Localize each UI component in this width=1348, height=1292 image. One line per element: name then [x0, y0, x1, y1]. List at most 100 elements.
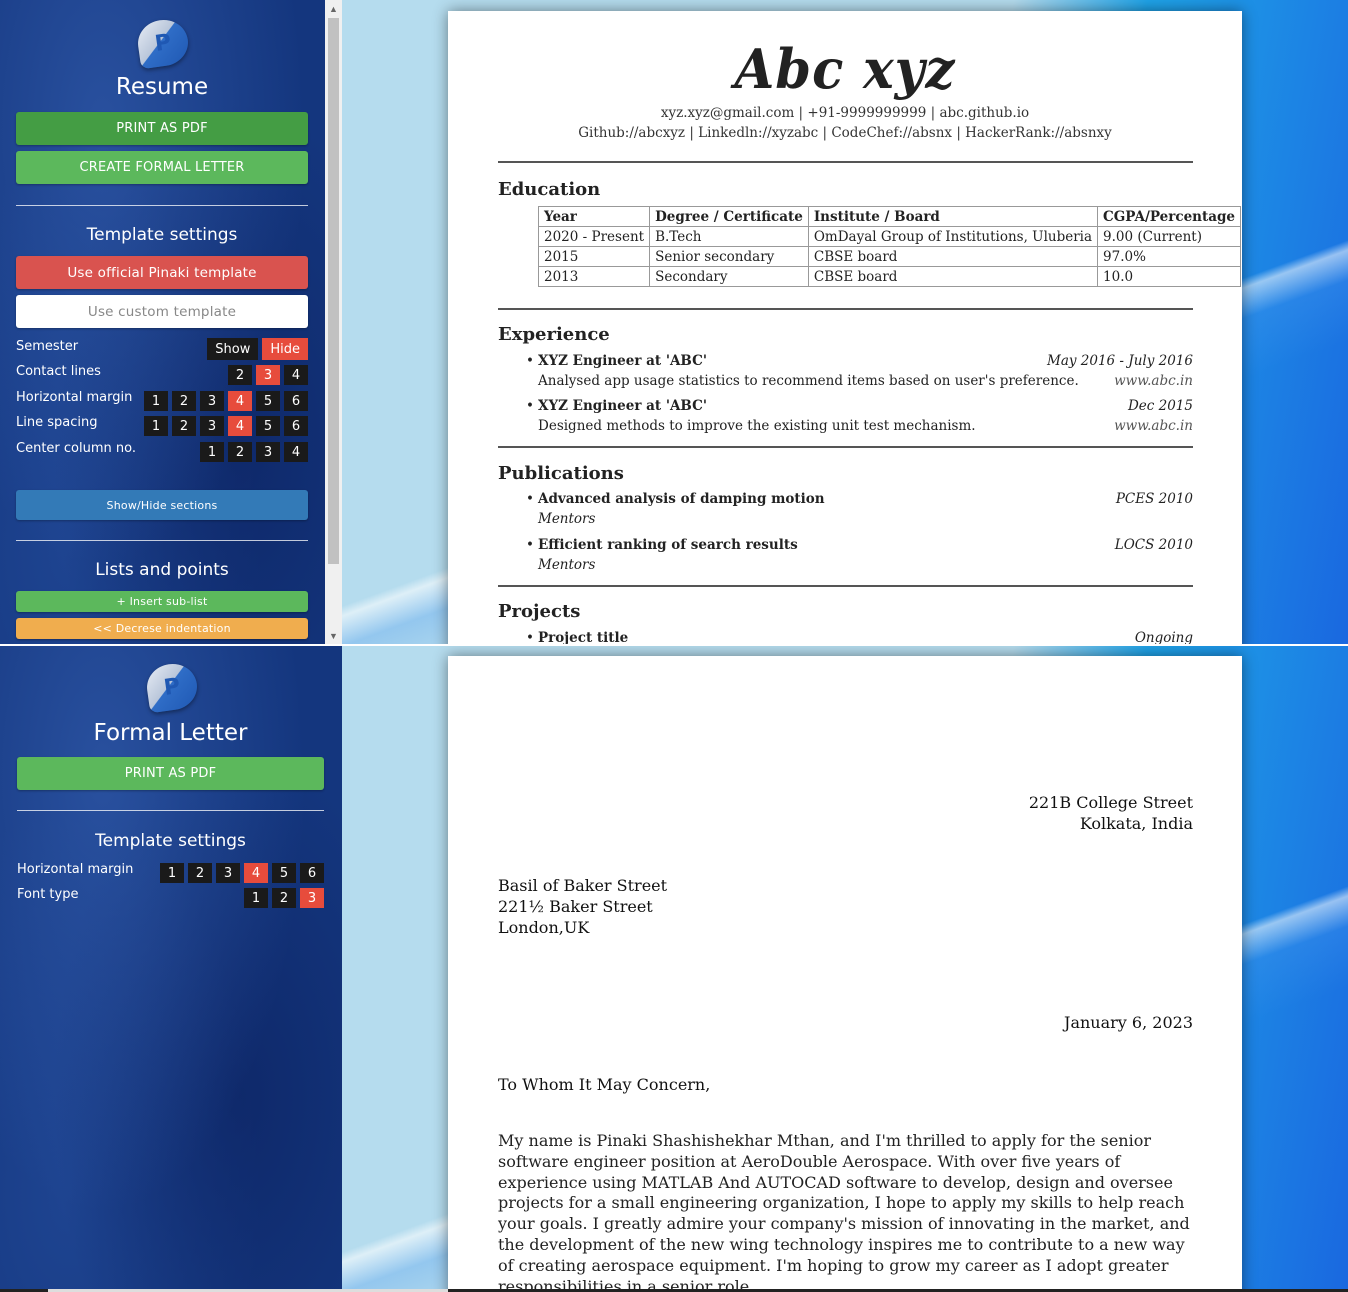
- table-row: 2020 - Present B.Tech OmDayal Group of I…: [537, 226, 1242, 247]
- projects-heading: Projects: [498, 601, 581, 622]
- chevron-down-icon[interactable]: ▼: [325, 627, 342, 644]
- font-type-label: Font type: [17, 887, 79, 902]
- table-cell: B.Tech: [649, 226, 809, 247]
- publication-venue: LOCS 2010: [1114, 537, 1193, 553]
- custom-template-button[interactable]: Use custom template: [16, 295, 308, 328]
- divider: [16, 205, 308, 206]
- list-item: • Project title Ongoing: [526, 630, 1193, 644]
- resume-contact-line: xyz.xyz@gmail.com | +91-9999999999 | abc…: [660, 105, 1030, 121]
- center-column-option[interactable]: 1: [200, 442, 224, 462]
- sidebar-scrollbar[interactable]: ▲ ▼: [325, 0, 342, 644]
- publication-sub: Mentors: [538, 557, 596, 573]
- horizontal-margin-option[interactable]: 2: [172, 391, 196, 411]
- horizontal-margin-option[interactable]: 6: [284, 391, 308, 411]
- semester-hide-option[interactable]: Hide: [262, 338, 308, 360]
- publication-sub: Mentors: [538, 511, 596, 527]
- print-as-pdf-button[interactable]: PRINT AS PDF: [17, 757, 324, 790]
- horizontal-margin-option[interactable]: 1: [160, 863, 184, 883]
- horizontal-margin-option[interactable]: 5: [256, 391, 280, 411]
- horizontal-margin-option[interactable]: 5: [272, 863, 296, 883]
- font-type-option[interactable]: 3: [300, 888, 324, 908]
- chevron-up-icon[interactable]: ▲: [325, 0, 342, 17]
- list-item: • Efficient ranking of search results LO…: [526, 537, 1193, 573]
- sidebar-title: Resume: [115, 74, 209, 100]
- contact-lines-option[interactable]: 4: [284, 365, 308, 385]
- letter-panel: P Formal Letter PRINT AS PDF Template se…: [0, 646, 1348, 1290]
- horizontal-margin-label: Horizontal margin: [17, 862, 134, 877]
- font-type-options: 1 2 3: [244, 888, 324, 908]
- center-column-options: 1 2 3 4: [200, 442, 308, 462]
- horizontal-margin-option[interactable]: 3: [200, 391, 224, 411]
- semester-show-option[interactable]: Show: [207, 338, 259, 360]
- experience-desc: Designed methods to improve the existing…: [538, 418, 976, 434]
- table-cell: Senior secondary: [649, 246, 809, 267]
- resume-page: Abc xyz xyz.xyz@gmail.com | +91-99999999…: [448, 11, 1242, 644]
- table-cell: 2013: [537, 266, 651, 287]
- recipient-address-line: 221½ Baker Street: [498, 897, 653, 916]
- divider: [16, 540, 308, 541]
- line-spacing-option[interactable]: 3: [200, 416, 224, 436]
- table-cell: CBSE board: [807, 246, 1099, 267]
- table-header-row: Year Degree / Certificate Institute / Bo…: [537, 206, 1242, 227]
- experience-desc: Analysed app usage statistics to recomme…: [538, 373, 1079, 389]
- contact-lines-option[interactable]: 2: [228, 365, 252, 385]
- contact-lines-options: 2 3 4: [228, 365, 308, 385]
- line-spacing-option[interactable]: 4: [228, 416, 252, 436]
- resume-contact-line: Github://abcxyz | Linkedln://xyzabc | Co…: [578, 125, 1112, 141]
- table-row: 2015 Senior secondary CBSE board 97.0%: [537, 246, 1242, 267]
- table-cell: OmDayal Group of Institutions, Uluberia: [807, 226, 1099, 247]
- horizontal-margin-options: 1 2 3 4 5 6: [144, 391, 308, 411]
- contact-lines-option[interactable]: 3: [256, 365, 280, 385]
- resume-panel: P Resume PRINT AS PDF CREATE FORMAL LETT…: [0, 0, 1348, 644]
- center-column-option[interactable]: 4: [284, 442, 308, 462]
- section-rule: [498, 585, 1193, 587]
- resume-sidebar: P Resume PRINT AS PDF CREATE FORMAL LETT…: [0, 0, 342, 644]
- lists-and-points-title: Lists and points: [95, 560, 229, 580]
- list-item: • Advanced analysis of damping motion PC…: [526, 491, 1193, 527]
- divider: [17, 810, 324, 811]
- table-header: Year: [537, 206, 651, 227]
- horizontal-margin-option[interactable]: 3: [216, 863, 240, 883]
- table-cell: 2020 - Present: [537, 226, 651, 247]
- font-type-option[interactable]: 1: [244, 888, 268, 908]
- experience-link[interactable]: www.abc.in: [1114, 373, 1193, 389]
- line-spacing-option[interactable]: 2: [172, 416, 196, 436]
- section-rule: [498, 446, 1193, 448]
- horizontal-margin-option[interactable]: 6: [300, 863, 324, 883]
- list-item: • XYZ Engineer at 'ABC' Dec 2015 Designe…: [526, 398, 1193, 434]
- horizontal-margin-options: 1 2 3 4 5 6: [160, 863, 324, 883]
- show-hide-sections-button[interactable]: Show/Hide sections: [16, 490, 308, 520]
- line-spacing-option[interactable]: 5: [256, 416, 280, 436]
- experience-heading: Experience: [498, 324, 610, 345]
- education-heading: Education: [498, 179, 601, 200]
- decrease-indentation-button[interactable]: << Decrese indentation: [16, 618, 308, 639]
- line-spacing-option[interactable]: 6: [284, 416, 308, 436]
- horizontal-margin-option[interactable]: 4: [228, 391, 252, 411]
- official-template-button[interactable]: Use official Pinaki template: [16, 256, 308, 289]
- horizontal-margin-label: Horizontal margin: [16, 390, 133, 405]
- horizontal-margin-option[interactable]: 4: [244, 863, 268, 883]
- insert-sublist-button[interactable]: + Insert sub-list: [16, 591, 308, 612]
- section-rule: [498, 308, 1193, 310]
- table-cell: 97.0%: [1097, 246, 1242, 267]
- horizontal-margin-option[interactable]: 2: [188, 863, 212, 883]
- semester-label: Semester: [16, 339, 79, 354]
- center-column-option[interactable]: 3: [256, 442, 280, 462]
- experience-link[interactable]: www.abc.in: [1114, 418, 1193, 434]
- table-cell: CBSE board: [807, 266, 1099, 287]
- line-spacing-option[interactable]: 1: [144, 416, 168, 436]
- experience-title: XYZ Engineer at 'ABC': [538, 398, 707, 414]
- recipient-address-line: Basil of Baker Street: [498, 876, 668, 895]
- line-spacing-label: Line spacing: [16, 415, 98, 430]
- education-table: Year Degree / Certificate Institute / Bo…: [537, 206, 1242, 287]
- center-column-option[interactable]: 2: [228, 442, 252, 462]
- font-type-option[interactable]: 2: [272, 888, 296, 908]
- create-formal-letter-button[interactable]: CREATE FORMAL LETTER: [16, 151, 308, 184]
- horizontal-margin-option[interactable]: 1: [144, 391, 168, 411]
- print-as-pdf-button[interactable]: PRINT AS PDF: [16, 112, 308, 145]
- scroll-thumb[interactable]: [328, 18, 339, 564]
- experience-title: XYZ Engineer at 'ABC': [538, 353, 707, 369]
- letter-page: 221B College Street Kolkata, India Basil…: [448, 656, 1242, 1290]
- publication-title: Efficient ranking of search results: [538, 537, 798, 553]
- template-settings-title: Template settings: [86, 225, 238, 245]
